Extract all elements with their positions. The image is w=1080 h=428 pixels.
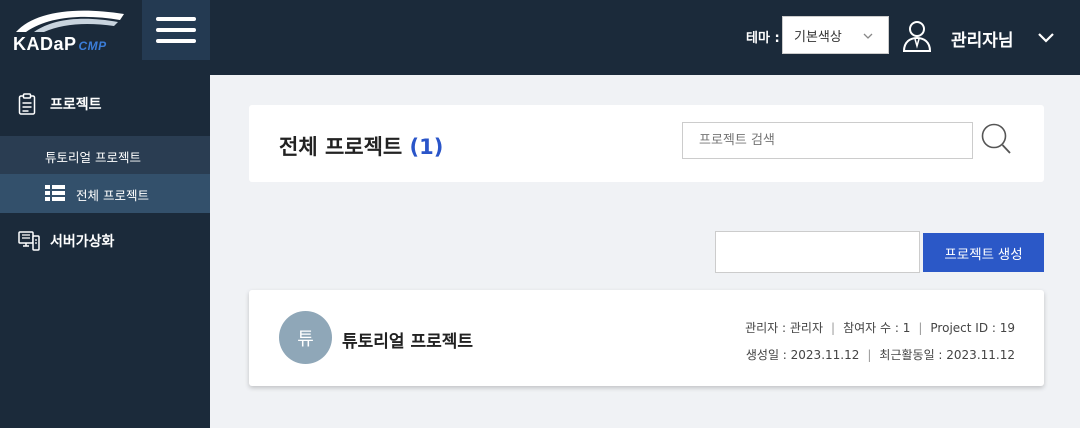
sidebar-item-label: 프로젝트	[50, 97, 102, 113]
top-header: KADaP CMP 테마 : 기본색상 관리자님	[0, 0, 1080, 75]
project-avatar: 튜	[279, 311, 332, 364]
sidebar-submenu: 튜토리얼 프로젝트 전체 프로젝트	[0, 136, 210, 213]
project-name-input[interactable]	[715, 231, 920, 273]
sidebar-subitem-tutorial[interactable]: 튜토리얼 프로젝트	[0, 136, 210, 173]
separator: |	[831, 321, 836, 335]
project-search-input[interactable]	[682, 122, 973, 159]
separator: |	[867, 348, 872, 362]
chevron-down-icon[interactable]	[1036, 28, 1056, 48]
sidebar-subitem-label: 튜토리얼 프로젝트	[45, 150, 141, 165]
menu-bar	[156, 39, 196, 43]
user-icon[interactable]	[902, 20, 932, 52]
sidebar: 프로젝트 튜토리얼 프로젝트 전체 프로젝트 서버가상화	[0, 75, 210, 428]
create-project-button[interactable]: 프로젝트 생성	[923, 233, 1044, 272]
search-icon[interactable]	[980, 122, 1014, 158]
list-icon	[45, 185, 65, 201]
logo-brand: KADaP	[13, 34, 77, 54]
project-manager: 관리자 : 관리자	[745, 321, 824, 335]
sidebar-subitem-all-projects[interactable]: 전체 프로젝트	[0, 174, 210, 213]
logo[interactable]: KADaP CMP	[0, 0, 142, 75]
project-members: 참여자 수 : 1	[843, 321, 911, 335]
sidebar-item-server-virtualization[interactable]: 서버가상화	[0, 215, 210, 265]
menu-bar	[156, 17, 196, 21]
clipboard-icon	[18, 93, 36, 115]
project-count: (1)	[409, 135, 444, 159]
project-created: 생성일 : 2023.11.12	[745, 348, 860, 362]
theme-select-value: 기본색상	[794, 30, 842, 45]
server-icon	[18, 231, 40, 251]
theme-label: 테마 :	[746, 31, 780, 46]
logo-swoosh-icon	[16, 10, 124, 32]
project-date-row: 생성일 : 2023.11.12 | 최근활동일 : 2023.11.12	[746, 346, 1015, 363]
project-name: 튜토리얼 프로젝트	[342, 332, 474, 352]
page-title: 전체 프로젝트 (1)	[279, 131, 443, 161]
hamburger-menu-button[interactable]	[142, 0, 210, 60]
project-last-active: 최근활동일 : 2023.11.12	[879, 348, 1015, 362]
sidebar-subitem-label: 전체 프로젝트	[76, 188, 149, 203]
theme-select[interactable]: 기본색상	[782, 16, 889, 54]
project-card[interactable]: 튜 튜토리얼 프로젝트 관리자 : 관리자 | 참여자 수 : 1 | Project …	[249, 290, 1044, 386]
sidebar-item-label: 서버가상화	[50, 234, 115, 250]
logo-text: KADaP CMP	[13, 34, 107, 55]
logo-suffix: CMP	[78, 39, 107, 53]
project-meta-row: 관리자 : 관리자 | 참여자 수 : 1 | Project ID : 19	[745, 319, 1015, 336]
menu-bar	[156, 28, 196, 32]
sidebar-item-projects[interactable]: 프로젝트	[0, 75, 210, 131]
chevron-down-icon	[863, 33, 873, 39]
page-title-text: 전체 프로젝트	[279, 135, 403, 159]
user-name[interactable]: 관리자님	[951, 26, 1014, 51]
page-header-card: 전체 프로젝트 (1)	[249, 105, 1044, 182]
separator: |	[918, 321, 923, 335]
project-id: Project ID : 19	[930, 321, 1015, 335]
